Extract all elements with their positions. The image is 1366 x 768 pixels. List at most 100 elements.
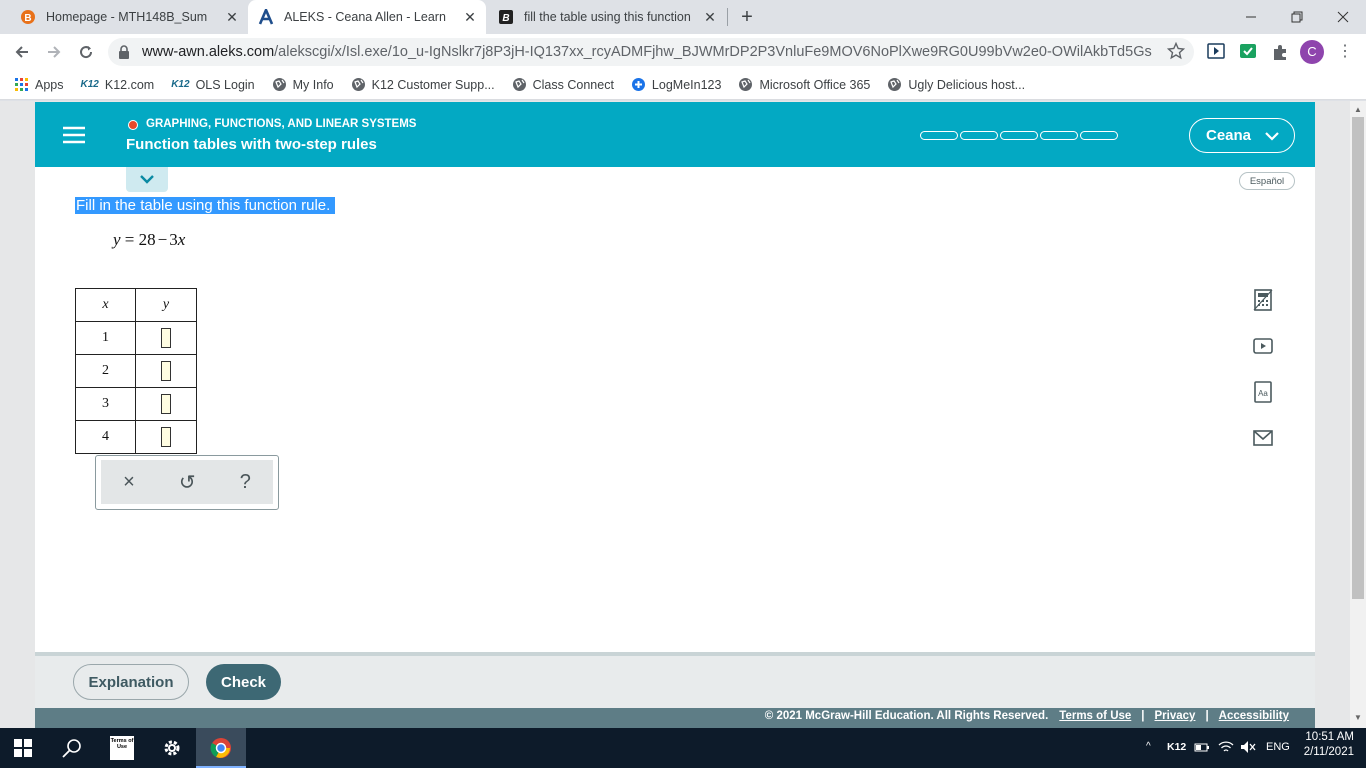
page-scrollbar[interactable]: ▲ ▼ — [1350, 101, 1366, 728]
table-row-y — [135, 321, 197, 355]
clock[interactable]: 10:51 AM 2/11/2021 — [1298, 731, 1354, 758]
settings-gear-icon[interactable] — [161, 737, 183, 759]
terms-of-use-link[interactable]: Terms of Use — [1059, 710, 1131, 722]
scrollbar-thumb[interactable] — [1352, 117, 1364, 599]
close-tab-icon[interactable]: ✕ — [224, 9, 240, 25]
keypad-tools: × ↺ ? — [101, 460, 273, 504]
table-row-y — [135, 354, 197, 388]
accessibility-link[interactable]: Accessibility — [1219, 710, 1289, 722]
progress-segment — [1080, 131, 1118, 140]
table-header-y: y — [135, 288, 197, 322]
chrome-taskbar-button[interactable] — [196, 728, 246, 768]
help-icon[interactable]: ? — [240, 471, 251, 494]
tab-title: Homepage - MTH148B_SumIntMath — [46, 10, 208, 24]
close-window-icon[interactable] — [1320, 0, 1366, 34]
back-icon[interactable] — [8, 38, 36, 66]
scroll-down-arrow-icon[interactable]: ▼ — [1354, 713, 1362, 722]
tab-title: ALEKS - Ceana Allen - Learn — [284, 10, 446, 24]
bookmark-star-icon[interactable] — [1167, 42, 1185, 60]
battery-icon[interactable] — [1194, 741, 1210, 753]
minimize-icon[interactable] — [1228, 0, 1274, 34]
forward-icon[interactable] — [40, 38, 68, 66]
progress-segment — [920, 131, 958, 140]
bookmark-label: K12 Customer Supp... — [371, 77, 495, 92]
chrome-icon — [210, 737, 232, 759]
y-answer-input[interactable] — [161, 328, 171, 348]
topic-label: GRAPHING, FUNCTIONS, AND LINEAR SYSTEMS — [146, 118, 417, 130]
bookmark-label: Apps — [35, 77, 64, 92]
k12-tray-icon[interactable]: K12 — [1167, 741, 1186, 753]
clear-icon[interactable]: × — [123, 471, 135, 494]
extensions-puzzle-icon[interactable] — [1271, 43, 1289, 61]
collapse-header-button[interactable] — [126, 167, 168, 192]
explanation-button[interactable]: Explanation — [73, 664, 189, 700]
equation-equals: = — [124, 230, 135, 249]
bookmark-k12-support[interactable]: K12 Customer Supp... — [351, 77, 495, 92]
svg-text:B: B — [502, 13, 509, 24]
check-button[interactable]: Check — [206, 664, 281, 700]
equation-lhs: y — [113, 230, 121, 249]
calculator-icon[interactable] — [1250, 287, 1276, 313]
bookmark-my-info[interactable]: My Info — [272, 77, 334, 92]
bookmark-ugly-delicious[interactable]: Ugly Delicious host... — [887, 77, 1025, 92]
bookmark-apps[interactable]: Apps — [15, 77, 64, 92]
terms-of-use-app-tile[interactable]: Terms of Use — [110, 736, 134, 760]
tab-brainly[interactable]: B fill the table using this function rul… — [488, 0, 726, 34]
y-answer-input[interactable] — [161, 361, 171, 381]
bookmark-class-connect[interactable]: Class Connect — [512, 77, 614, 92]
privacy-link[interactable]: Privacy — [1155, 710, 1196, 722]
close-tab-icon[interactable]: ✕ — [462, 9, 478, 25]
link-separator: | — [1141, 710, 1145, 722]
chevron-down-icon — [140, 175, 154, 184]
bookmark-label: Microsoft Office 365 — [759, 77, 871, 92]
new-tab-icon[interactable]: + — [736, 6, 758, 28]
mail-icon[interactable] — [1250, 425, 1276, 451]
tab-aleks[interactable]: ALEKS - Ceana Allen - Learn ✕ — [248, 0, 486, 34]
tray-overflow-icon[interactable]: ^ — [1146, 741, 1151, 752]
y-answer-input[interactable] — [161, 427, 171, 447]
bookmark-ols-login[interactable]: K12 OLS Login — [171, 78, 254, 92]
restore-icon[interactable] — [1274, 0, 1320, 34]
dictionary-icon[interactable]: Aa — [1250, 379, 1276, 405]
search-icon[interactable] — [62, 738, 82, 758]
k12-logo-icon: K12 — [80, 79, 99, 90]
problem-prompt: Fill in the table using this function ru… — [75, 197, 336, 214]
profile-avatar[interactable]: C — [1300, 40, 1324, 64]
windows-start-icon[interactable] — [14, 739, 32, 757]
browser-menu-icon[interactable]: ⋮ — [1337, 43, 1353, 61]
video-icon[interactable] — [1250, 333, 1276, 359]
orange-b-icon: B — [20, 9, 36, 25]
user-menu-button[interactable]: Ceana — [1189, 118, 1295, 153]
table-header-x: x — [75, 288, 136, 322]
volume-muted-icon[interactable] — [1240, 740, 1256, 754]
undo-icon[interactable]: ↺ — [179, 470, 196, 495]
lock-icon[interactable] — [118, 45, 130, 59]
media-extension-icon[interactable] — [1207, 43, 1225, 59]
user-name: Ceana — [1206, 127, 1252, 144]
globe-icon — [738, 77, 753, 92]
clock-time: 10:51 AM — [1305, 731, 1354, 743]
wifi-icon[interactable] — [1218, 740, 1234, 754]
url-text[interactable]: www-awn.aleks.com/alekscgi/x/Isl.exe/1o_… — [142, 44, 1152, 60]
hamburger-menu-icon[interactable] — [63, 126, 85, 144]
bookmark-label: Class Connect — [532, 77, 614, 92]
header-y-label: y — [162, 297, 170, 312]
language-indicator[interactable]: ENG — [1266, 741, 1290, 753]
y-answer-input[interactable] — [161, 394, 171, 414]
bookmark-k12[interactable]: K12 K12.com — [81, 78, 155, 92]
tab-homepage[interactable]: B Homepage - MTH148B_SumIntMath ✕ — [10, 0, 248, 34]
header-x-label: x — [102, 297, 109, 312]
progress-bar[interactable] — [920, 131, 1120, 140]
reload-icon[interactable] — [72, 38, 100, 66]
bookmark-office-365[interactable]: Microsoft Office 365 — [738, 77, 870, 92]
k12-logo-icon: K12 — [171, 79, 190, 90]
aleks-header: GRAPHING, FUNCTIONS, AND LINEAR SYSTEMS … — [35, 102, 1315, 167]
clock-date: 2/11/2021 — [1303, 746, 1354, 758]
svg-text:Aa: Aa — [1258, 389, 1268, 398]
table-row-y — [135, 420, 197, 454]
espanol-toggle-button[interactable]: Español — [1239, 172, 1295, 190]
scroll-up-arrow-icon[interactable]: ▲ — [1354, 105, 1362, 114]
bookmark-logmein[interactable]: LogMeIn123 — [631, 77, 721, 92]
shield-extension-icon[interactable] — [1239, 43, 1257, 59]
close-tab-icon[interactable]: ✕ — [702, 9, 718, 25]
